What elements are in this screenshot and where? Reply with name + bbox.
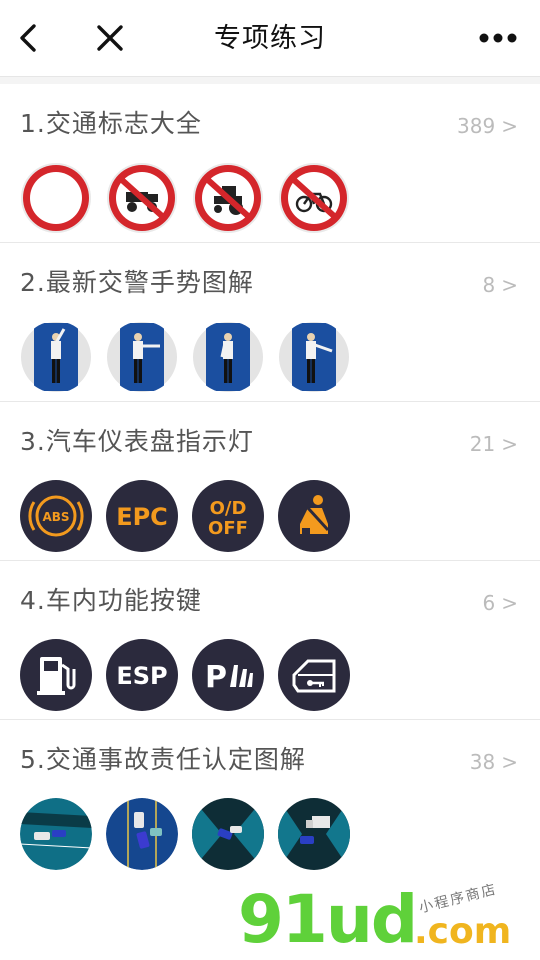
accident-scene-2[interactable] <box>106 798 178 870</box>
abs-label: ABS <box>42 510 69 524</box>
accident-scene-1[interactable] <box>20 798 92 870</box>
section-count[interactable]: 21 > <box>470 430 518 458</box>
section-police-gestures[interactable]: 2.最新交警手势图解 8 > <box>0 243 540 402</box>
count-value: 389 <box>457 114 496 138</box>
accident-scene-3[interactable] <box>192 798 264 870</box>
seatbelt-indicator-icon[interactable] <box>278 480 350 552</box>
police-gesture-stop[interactable] <box>20 321 92 393</box>
section-count[interactable]: 389 > <box>457 112 518 140</box>
esp-label: ESP <box>116 662 167 690</box>
park-label: P <box>205 660 227 695</box>
section-car-function-keys[interactable]: 4.车内功能按键 6 > ESP P <box>0 561 540 720</box>
chevron-right-icon: > <box>501 750 518 774</box>
accident-scene-4[interactable] <box>278 798 350 870</box>
count-value: 8 <box>482 273 496 297</box>
no-tricycle-sign-icon[interactable] <box>106 162 178 234</box>
door-lock-icon[interactable] <box>278 639 350 711</box>
thumb-row <box>20 321 364 393</box>
police-gesture-right-turn[interactable] <box>278 321 350 393</box>
thumb-row <box>20 162 364 234</box>
epc-label: EPC <box>116 503 168 531</box>
off-label: OFF <box>208 518 248 539</box>
watermark-logo: 91ud .com 小程序商店 <box>238 880 538 960</box>
section-title: 1.交通标志大全 <box>20 109 202 138</box>
section-accident-liability[interactable]: 5.交通事故责任认定图解 38 > <box>0 720 540 878</box>
watermark-brand: 91ud <box>238 881 418 958</box>
section-title: 2.最新交警手势图解 <box>20 268 254 297</box>
page-title: 专项练习 <box>214 23 326 54</box>
esp-icon[interactable]: ESP <box>106 639 178 711</box>
section-title: 5.交通事故责任认定图解 <box>20 745 306 774</box>
thumb-row: ABS EPC O/D OFF <box>20 480 364 552</box>
back-button[interactable] <box>4 14 52 62</box>
nav-header: 专项练习 <box>0 0 540 76</box>
thumb-row: ESP P <box>20 639 364 711</box>
close-button[interactable] <box>86 14 134 62</box>
section-traffic-signs[interactable]: 1.交通标志大全 389 > <box>0 84 540 243</box>
parking-sensor-icon[interactable]: P <box>192 639 264 711</box>
section-title: 3.汽车仪表盘指示灯 <box>20 427 254 456</box>
no-entry-sign-icon[interactable] <box>20 162 92 234</box>
section-count[interactable]: 38 > <box>470 748 518 776</box>
section-count[interactable]: 8 > <box>483 271 519 299</box>
abs-indicator-icon[interactable]: ABS <box>20 480 92 552</box>
page: 专项练习 1.交通标志大全 389 > 2.最新交警手势图解 8 > 3.汽车仪… <box>0 0 540 960</box>
chevron-right-icon: > <box>501 591 518 615</box>
chevron-right-icon: > <box>501 114 518 138</box>
no-tractor-sign-icon[interactable] <box>192 162 264 234</box>
od-off-indicator-icon[interactable]: O/D OFF <box>192 480 264 552</box>
count-value: 21 <box>469 432 496 456</box>
police-gesture-left-turn[interactable] <box>106 321 178 393</box>
count-value: 6 <box>482 591 496 615</box>
more-dots-icon <box>479 33 517 43</box>
section-dashboard-indicators[interactable]: 3.汽车仪表盘指示灯 21 > ABS EPC O/D OFF <box>0 402 540 561</box>
epc-indicator-icon[interactable]: EPC <box>106 480 178 552</box>
police-gesture-straight[interactable] <box>192 321 264 393</box>
chevron-right-icon: > <box>501 273 518 297</box>
chevron-left-icon <box>20 24 36 52</box>
chevron-right-icon: > <box>501 432 518 456</box>
section-count[interactable]: 6 > <box>483 589 519 617</box>
section-title: 4.车内功能按键 <box>20 586 202 615</box>
watermark-domain: .com <box>414 911 512 952</box>
thumb-row <box>20 798 364 870</box>
no-bicycle-sign-icon[interactable] <box>278 162 350 234</box>
count-value: 38 <box>469 750 496 774</box>
more-button[interactable] <box>474 14 522 62</box>
od-label: O/D <box>210 498 247 519</box>
close-icon <box>97 25 123 51</box>
fuel-icon[interactable] <box>20 639 92 711</box>
